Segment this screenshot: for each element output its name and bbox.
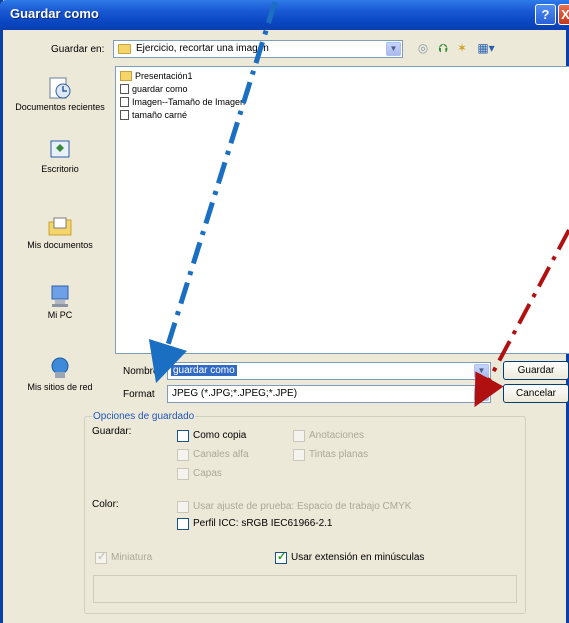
description-box bbox=[93, 575, 517, 603]
filename-field[interactable]: guardar como ▼ bbox=[167, 362, 491, 380]
back-arrow-icon[interactable]: ◎ bbox=[415, 41, 431, 55]
image-file-icon bbox=[120, 110, 129, 120]
capas-label: Capas bbox=[193, 468, 222, 479]
places-bar: Documentos recientes Escritorio Mis docu… bbox=[9, 66, 111, 406]
format-dropdown[interactable]: JPEG (*.JPG;*.JPEG;*.JPE) ▼ bbox=[167, 385, 491, 403]
network-places-icon bbox=[51, 357, 69, 378]
place-my-computer[interactable]: Mi PC bbox=[9, 284, 111, 321]
place-recent-documents[interactable]: Documentos recientes bbox=[9, 76, 111, 113]
place-desktop[interactable]: Escritorio bbox=[9, 138, 111, 175]
save-as-dialog: Guardar como ? X Guardar en: Ejercicio, … bbox=[0, 0, 569, 623]
como-copia-label: Como copia bbox=[193, 430, 247, 441]
desktop-icon bbox=[50, 140, 70, 158]
views-menu-icon[interactable]: ▦▾ bbox=[475, 41, 497, 55]
list-item[interactable]: Imagen--Tamaño de Imagen bbox=[120, 97, 245, 109]
place-my-documents[interactable]: Mis documentos bbox=[9, 214, 111, 251]
anotaciones-label: Anotaciones bbox=[309, 430, 365, 441]
usar-extension-label: Usar extensión en minúsculas bbox=[291, 552, 425, 563]
anotaciones-checkbox[interactable] bbox=[293, 430, 305, 442]
list-item[interactable]: Presentación1 bbox=[120, 71, 193, 83]
place-label: Documentos recientes bbox=[15, 102, 105, 112]
miniatura-checkbox[interactable]: ✓ bbox=[95, 551, 107, 564]
canales-alfa-checkbox[interactable] bbox=[177, 449, 189, 461]
tintas-planas-label: Tintas planas bbox=[309, 449, 369, 460]
format-label: Format bbox=[123, 389, 155, 400]
format-value: JPEG (*.JPG;*.JPEG;*.JPE) bbox=[172, 388, 298, 399]
usar-ajuste-label: Usar ajuste de prueba: Espacio de trabaj… bbox=[193, 501, 412, 512]
place-label: Mis sitios de red bbox=[27, 382, 93, 392]
list-item[interactable]: tamaño carné bbox=[120, 110, 187, 122]
capas-checkbox[interactable] bbox=[177, 468, 189, 480]
group-title: Opciones de guardado bbox=[92, 411, 196, 422]
recent-documents-icon bbox=[49, 77, 71, 99]
new-folder-icon[interactable]: ✶ bbox=[454, 41, 470, 55]
usar-extension-checkbox[interactable]: ✓ bbox=[275, 551, 287, 564]
place-network[interactable]: Mis sitios de red bbox=[9, 356, 111, 393]
filename-value: guardar como bbox=[171, 365, 237, 376]
save-in-label: Guardar en: bbox=[51, 44, 105, 55]
filename-label: Nombre: bbox=[123, 366, 162, 377]
save-button[interactable]: Guardar bbox=[503, 361, 569, 380]
my-computer-icon bbox=[51, 285, 69, 307]
chevron-down-icon[interactable]: ▼ bbox=[386, 42, 401, 56]
list-item[interactable]: guardar como bbox=[120, 84, 188, 96]
place-label: Mi PC bbox=[47, 310, 73, 320]
place-label: Mis documentos bbox=[27, 240, 93, 250]
help-button[interactable]: ? bbox=[535, 4, 556, 25]
image-file-icon bbox=[120, 84, 129, 94]
usar-ajuste-checkbox[interactable] bbox=[177, 501, 189, 513]
save-in-value: Ejercicio, recortar una imagen bbox=[136, 43, 269, 54]
perfil-icc-checkbox[interactable] bbox=[177, 518, 189, 530]
cancel-button[interactable]: Cancelar bbox=[503, 384, 569, 403]
folder-icon bbox=[120, 71, 132, 81]
up-folder-icon[interactable]: ⮉ bbox=[435, 41, 451, 56]
folder-icon bbox=[118, 44, 131, 54]
miniatura-label: Miniatura bbox=[111, 552, 153, 563]
chevron-down-icon[interactable]: ▼ bbox=[474, 364, 489, 378]
dialog-title: Guardar como bbox=[10, 6, 99, 21]
file-list[interactable]: Presentación1 guardar como Imagen--Tamañ… bbox=[115, 66, 569, 354]
perfil-icc-label: Perfil ICC: sRGB IEC61966-2.1 bbox=[193, 518, 333, 529]
place-label: Escritorio bbox=[41, 164, 79, 174]
color-label: Color: bbox=[92, 499, 119, 510]
canales-alfa-label: Canales alfa bbox=[193, 449, 249, 460]
save-options-group: Opciones de guardado Guardar: Como copia… bbox=[84, 411, 526, 614]
image-file-icon bbox=[120, 97, 129, 107]
my-documents-icon bbox=[48, 217, 72, 236]
chevron-down-icon[interactable]: ▼ bbox=[474, 387, 489, 401]
tintas-planas-checkbox[interactable] bbox=[293, 449, 305, 461]
title-bar: Guardar como ? X bbox=[0, 0, 569, 30]
save-options-label: Guardar: bbox=[92, 426, 132, 437]
como-copia-checkbox[interactable] bbox=[177, 430, 189, 442]
save-in-dropdown[interactable]: Ejercicio, recortar una imagen ▼ bbox=[113, 40, 403, 58]
close-button[interactable]: X bbox=[558, 4, 569, 25]
